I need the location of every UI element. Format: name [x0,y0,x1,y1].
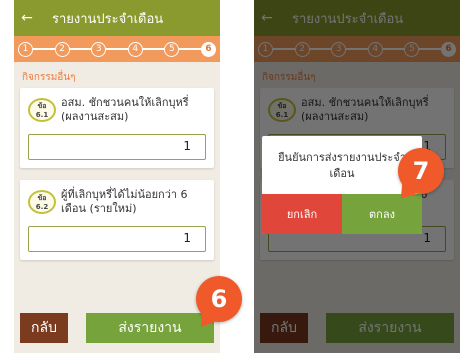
cancel-button[interactable]: ยกเลิก [262,194,342,234]
back-arrow-icon[interactable]: ← [14,10,40,26]
section-title: กิจกรรมอื่นๆ [22,72,76,83]
step-1[interactable]: 1 [18,41,33,57]
step-callout-7: 7 [398,148,444,194]
step-6-active[interactable]: 6 [200,41,216,57]
question-card-6-2: ข้อ6.2 ผู้ที่เลิกบุหรี่ได้ไม่น้อยกว่า 6 … [20,180,214,260]
step-3[interactable]: 3 [91,41,107,57]
answer-input-6-1[interactable]: 1 [28,134,206,160]
answer-input-6-2[interactable]: 1 [28,226,206,252]
question-text: อสม. ชักชวนคนให้เลิกบุหรี่ (ผลงานสะสม) [61,96,189,123]
question-card-6-1: ข้อ6.1 อสม. ชักชวนคนให้เลิกบุหรี่ (ผลงาน… [20,88,214,168]
page-title: รายงานประจำเดือน [52,11,164,27]
confirm-dialog: ยืนยันการส่งรายงานประจำเดือน ยกเลิก ตกลง [262,136,422,234]
submit-report-button[interactable]: ส่งรายงาน [86,313,214,343]
step-indicator: 1 2 3 4 5 6 [14,36,220,62]
back-button[interactable]: กลับ [20,313,68,343]
footer-bar: กลับ ส่งรายงาน [14,303,220,353]
question-text: ผู้ที่เลิกบุหรี่ได้ไม่น้อยกว่า 6 เดือน (… [61,188,188,215]
step-4[interactable]: 4 [127,41,143,57]
app-header: ← รายงานประจำเดือน [14,0,220,36]
question-badge: ข้อ6.1 [28,98,56,122]
step-callout-6: 6 [196,276,242,322]
step-5[interactable]: 5 [164,41,180,57]
step-2[interactable]: 2 [54,41,70,57]
question-badge: ข้อ6.2 [28,190,56,214]
phone-screen-form: ← รายงานประจำเดือน 1 2 3 4 5 6 กิจกรรมอื… [14,0,220,353]
